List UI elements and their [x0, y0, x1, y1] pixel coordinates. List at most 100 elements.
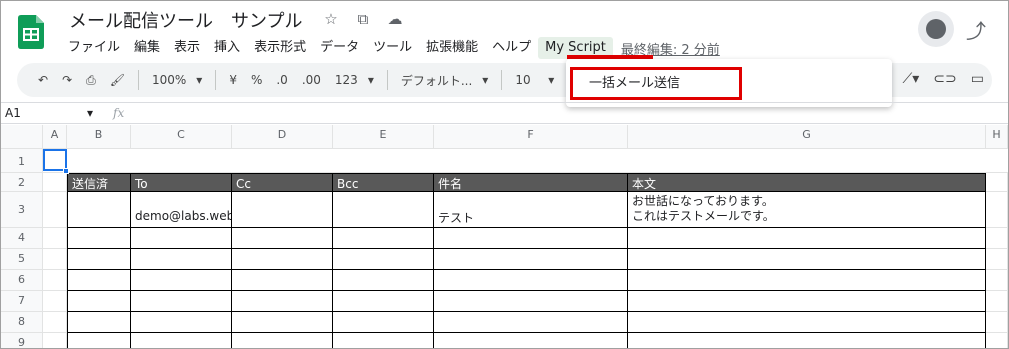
insert-link-icon[interactable]: ⊂⊃: [933, 71, 956, 87]
activity-trend-icon[interactable]: ⤴: [966, 15, 986, 44]
paint-format-icon[interactable]: 🖌: [103, 73, 132, 87]
header-body[interactable]: 本文: [628, 173, 986, 192]
table-cell[interactable]: [333, 312, 434, 333]
table-cell[interactable]: [434, 270, 628, 291]
table-cell[interactable]: [434, 228, 628, 249]
table-cell[interactable]: [333, 291, 434, 312]
menu-file[interactable]: ファイル: [61, 37, 127, 59]
cell-h2[interactable]: [986, 173, 1008, 192]
table-cell[interactable]: [67, 228, 131, 249]
menu-edit[interactable]: 編集: [127, 37, 167, 59]
table-cell[interactable]: [232, 312, 333, 333]
table-cell[interactable]: [232, 333, 333, 348]
table-cell[interactable]: [628, 312, 986, 333]
column-header-f[interactable]: F: [434, 125, 628, 149]
header-subject[interactable]: 件名: [434, 173, 628, 192]
column-header-d[interactable]: D: [232, 125, 333, 149]
table-cell[interactable]: [333, 228, 434, 249]
table-cell[interactable]: [131, 312, 232, 333]
percent-format-button[interactable]: %: [244, 73, 269, 87]
sheets-logo-icon[interactable]: [18, 15, 44, 49]
menu-help[interactable]: ヘルプ: [485, 37, 538, 59]
redo-icon[interactable]: ↷: [55, 73, 79, 87]
table-cell[interactable]: [131, 291, 232, 312]
cell-h9[interactable]: [986, 333, 1008, 348]
cell-a2[interactable]: [43, 173, 67, 192]
table-cell[interactable]: [232, 291, 333, 312]
menu-insert[interactable]: 挿入: [207, 37, 247, 59]
table-cell[interactable]: [131, 333, 232, 348]
currency-format-button[interactable]: ¥: [222, 73, 244, 87]
table-cell[interactable]: [628, 228, 986, 249]
table-cell[interactable]: [131, 228, 232, 249]
cell-h4[interactable]: [986, 228, 1008, 249]
cell-sent[interactable]: [67, 192, 131, 228]
row-header-4[interactable]: 4: [1, 228, 43, 249]
row-header-8[interactable]: 8: [1, 312, 43, 333]
star-icon[interactable]: ☆: [321, 10, 341, 28]
table-cell[interactable]: [434, 291, 628, 312]
font-size-select[interactable]: 10 ▾: [508, 73, 561, 87]
row-1-empty[interactable]: [67, 149, 1008, 173]
zoom-select[interactable]: 100% ▾: [145, 73, 209, 87]
table-cell[interactable]: [67, 249, 131, 270]
table-cell[interactable]: [434, 249, 628, 270]
table-cell[interactable]: [131, 249, 232, 270]
header-cc[interactable]: Cc: [232, 173, 333, 192]
row-header-2[interactable]: 2: [1, 173, 43, 192]
move-folder-icon[interactable]: ⧉: [353, 10, 373, 28]
table-cell[interactable]: [67, 312, 131, 333]
column-header-c[interactable]: C: [131, 125, 232, 149]
menu-format[interactable]: 表示形式: [247, 37, 313, 59]
document-title[interactable]: メール配信ツール サンプル: [69, 7, 302, 33]
menu-view[interactable]: 表示: [167, 37, 207, 59]
menu-data[interactable]: データ: [313, 37, 366, 59]
table-cell[interactable]: [333, 333, 434, 348]
table-cell[interactable]: [434, 333, 628, 348]
cell-a9[interactable]: [43, 333, 67, 348]
cell-subject[interactable]: テスト: [434, 192, 628, 228]
more-formats-select[interactable]: 123 ▾: [328, 73, 381, 87]
cell-a3[interactable]: [43, 192, 67, 228]
font-family-select[interactable]: デフォルト... ▾: [394, 72, 495, 89]
undo-icon[interactable]: ↶: [31, 73, 55, 87]
cell-body[interactable]: お世話になっております。 これはテストメールです。: [628, 192, 986, 228]
cell-a5[interactable]: [43, 249, 67, 270]
column-header-h[interactable]: H: [986, 125, 1008, 149]
cell-to[interactable]: demo@labs.web-dsk.net: [131, 192, 232, 228]
cloud-status-icon[interactable]: ☁: [385, 10, 405, 28]
column-header-a[interactable]: A: [43, 125, 67, 149]
menu-tools[interactable]: ツール: [366, 37, 419, 59]
table-cell[interactable]: [232, 228, 333, 249]
account-avatar[interactable]: [918, 11, 954, 47]
table-cell[interactable]: [628, 291, 986, 312]
table-cell[interactable]: [628, 270, 986, 291]
header-sent[interactable]: 送信済: [67, 173, 131, 192]
name-box[interactable]: A1 ▾: [1, 106, 101, 120]
column-header-g[interactable]: G: [628, 125, 986, 149]
row-header-7[interactable]: 7: [1, 291, 43, 312]
column-header-b[interactable]: B: [67, 125, 131, 149]
row-header-9[interactable]: 9: [1, 333, 43, 348]
cell-a6[interactable]: [43, 270, 67, 291]
select-all-corner[interactable]: [1, 125, 43, 149]
fill-handle[interactable]: [63, 168, 69, 174]
text-rotation-icon[interactable]: ⟋▾: [902, 71, 919, 87]
cell-cc[interactable]: [232, 192, 333, 228]
cell-a8[interactable]: [43, 312, 67, 333]
table-cell[interactable]: [628, 333, 986, 348]
row-header-3[interactable]: 3: [1, 192, 43, 228]
cell-h3[interactable]: [986, 192, 1008, 228]
increase-decimal-button[interactable]: .00: [295, 73, 328, 87]
print-icon[interactable]: ⎙: [79, 73, 103, 88]
cell-h8[interactable]: [986, 312, 1008, 333]
menu-extensions[interactable]: 拡張機能: [419, 37, 485, 59]
table-cell[interactable]: [434, 312, 628, 333]
decrease-decimal-button[interactable]: .0: [269, 73, 294, 87]
cell-h5[interactable]: [986, 249, 1008, 270]
cell-a4[interactable]: [43, 228, 67, 249]
cell-h6[interactable]: [986, 270, 1008, 291]
table-cell[interactable]: [333, 270, 434, 291]
cell-bcc[interactable]: [333, 192, 434, 228]
menu-item-bulk-mail[interactable]: 一括メール送信: [570, 67, 742, 100]
